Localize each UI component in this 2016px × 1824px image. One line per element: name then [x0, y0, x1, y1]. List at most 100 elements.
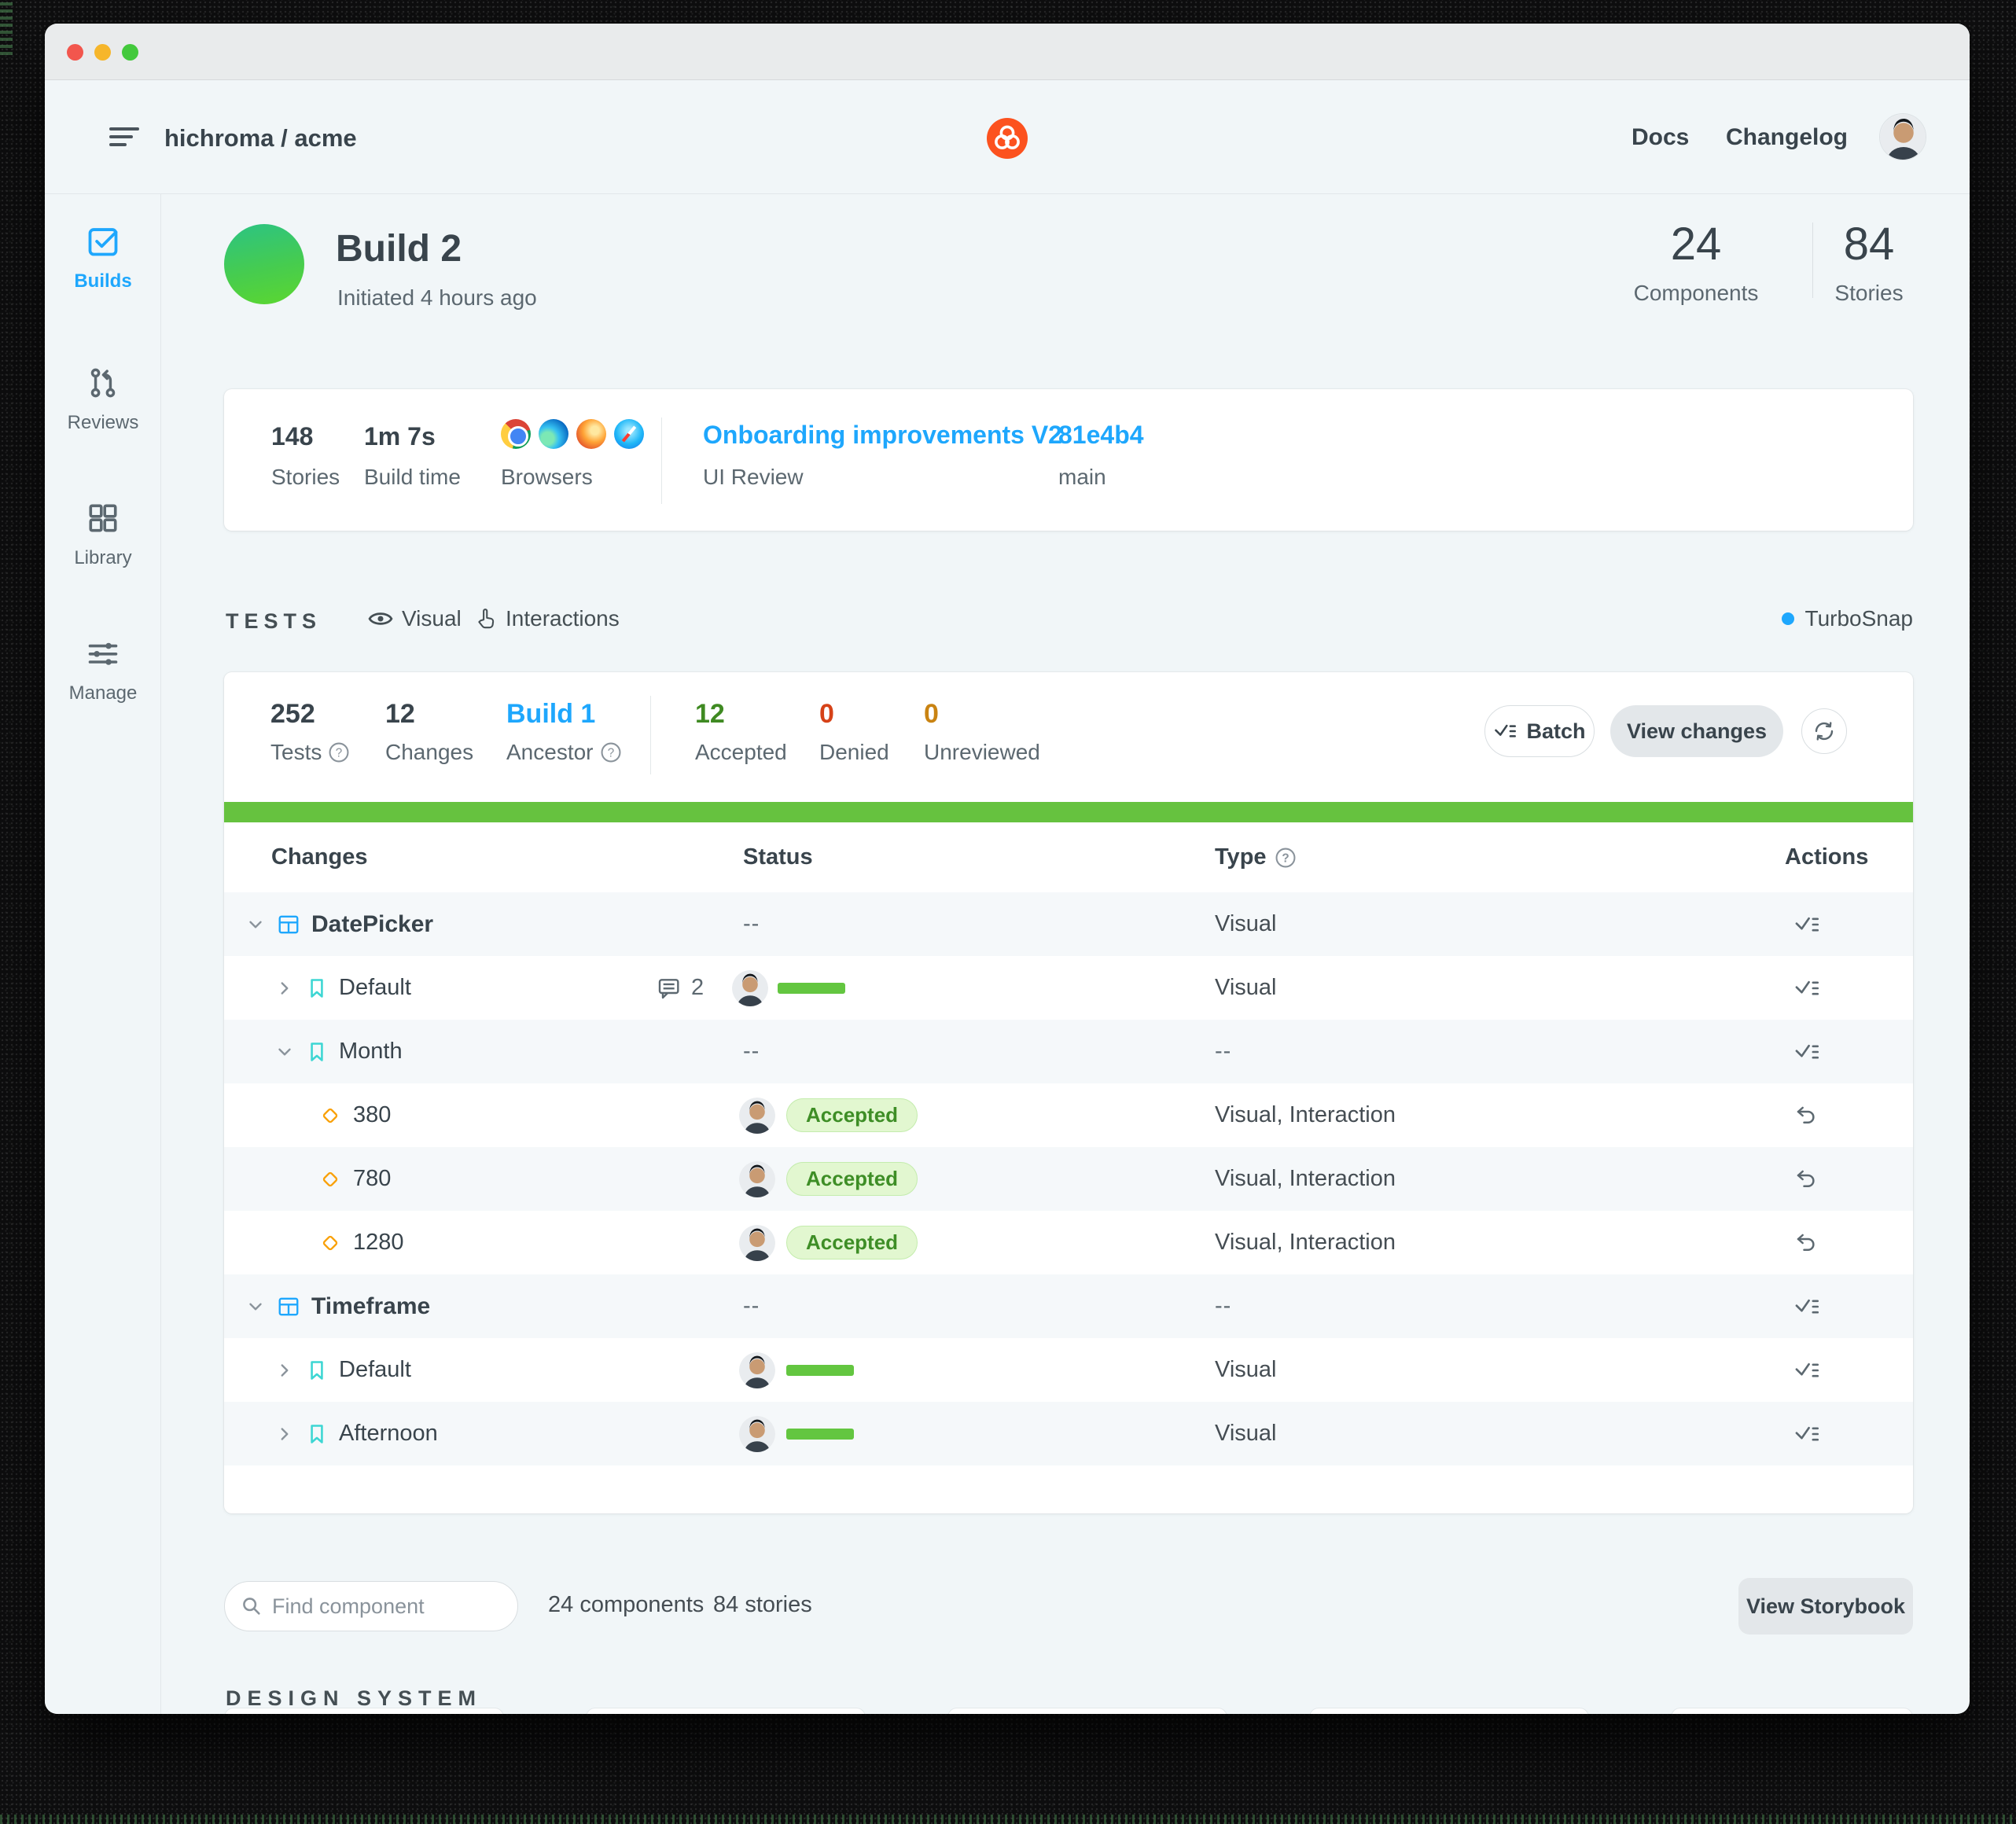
status-badge: Accepted	[786, 1162, 918, 1196]
table-row-snapshot[interactable]: 780 Accepted Visual, Interaction	[224, 1147, 1913, 1211]
type-text: Visual	[1215, 1421, 1276, 1447]
interactions-tests-toggle[interactable]: Interactions	[474, 606, 620, 631]
batch-accept-icon[interactable]	[1793, 1040, 1820, 1064]
undo-icon[interactable]	[1793, 1168, 1819, 1191]
visual-tests-toggle[interactable]: Visual	[367, 606, 462, 631]
branch-sublabel: UI Review	[703, 465, 804, 490]
table-row-story[interactable]: Default 2 Visual	[224, 956, 1913, 1020]
library-icon	[86, 501, 120, 535]
refresh-button[interactable]	[1801, 708, 1847, 754]
view-storybook-button[interactable]: View Storybook	[1738, 1578, 1913, 1635]
chevron-down-icon[interactable]	[245, 914, 266, 935]
denied-value: 0	[819, 699, 834, 730]
build-progress-bar	[224, 802, 1913, 822]
search-input[interactable]	[272, 1594, 484, 1619]
breadcrumb-org-project[interactable]: hichroma / acme	[164, 124, 357, 153]
column-header-type: Type ?	[1215, 844, 1297, 870]
builds-icon	[86, 224, 120, 259]
components-summary-text: 24 components	[548, 1592, 704, 1618]
stories-count-label: Stories	[1782, 281, 1955, 306]
page-title: Build 2	[336, 227, 462, 270]
close-window-button[interactable]	[67, 44, 83, 61]
batch-accept-icon[interactable]	[1793, 1359, 1820, 1382]
menu-icon[interactable]	[106, 120, 141, 154]
tests-card: 252 Tests ? 12 Changes Build 1 Ancestor …	[224, 672, 1913, 1513]
design-system-card[interactable]	[1309, 1708, 1589, 1714]
turbosnap-indicator[interactable]: TurboSnap	[1782, 606, 1914, 631]
chromatic-logo-icon[interactable]	[987, 118, 1028, 159]
minimize-window-button[interactable]	[94, 44, 111, 61]
accepted-value: 12	[695, 699, 725, 730]
snapshot-diamond-icon	[318, 1104, 342, 1127]
user-avatar[interactable]	[1879, 113, 1926, 160]
component-grid-icon	[277, 1295, 300, 1318]
refresh-icon	[1812, 719, 1836, 743]
table-row-story[interactable]: Month -- --	[224, 1020, 1913, 1083]
table-row-component[interactable]: DatePicker -- Visual	[224, 892, 1913, 956]
batch-accept-icon[interactable]	[1793, 913, 1820, 936]
sidebar-item-label: Reviews	[45, 412, 161, 434]
batch-button-label: Batch	[1526, 719, 1585, 744]
edge-browser-icon	[539, 419, 568, 449]
batch-accept-icon[interactable]	[1793, 976, 1820, 1000]
ancestor-build-link[interactable]: Build 1	[506, 699, 595, 730]
nav-link-changelog[interactable]: Changelog	[1726, 124, 1848, 151]
chevron-down-icon[interactable]	[245, 1296, 266, 1317]
table-row-story[interactable]: Afternoon Visual	[224, 1402, 1913, 1465]
table-row-story[interactable]: Default Visual	[224, 1338, 1913, 1402]
sidebar-item-label: Manage	[45, 682, 161, 704]
svg-text:?: ?	[607, 747, 614, 760]
sidebar-item-builds[interactable]: Builds	[45, 224, 161, 292]
comment-count: 2	[691, 975, 704, 1001]
table-row-component[interactable]: Timeframe -- --	[224, 1274, 1913, 1338]
bookmark-icon	[306, 977, 328, 999]
sidebar: Builds Reviews Library	[45, 194, 161, 1714]
story-name: Afternoon	[339, 1421, 438, 1447]
design-system-card[interactable]	[947, 1708, 1227, 1714]
nav-link-docs[interactable]: Docs	[1632, 124, 1689, 151]
undo-icon[interactable]	[1793, 1231, 1819, 1255]
changes-table: DatePicker -- Visual Default	[224, 892, 1913, 1465]
chevron-right-icon[interactable]	[274, 1360, 295, 1381]
column-header-status: Status	[743, 844, 813, 870]
component-grid-icon	[277, 913, 300, 936]
table-header: Changes Status Type ? Actions	[224, 822, 1913, 892]
component-name: Timeframe	[311, 1293, 430, 1320]
chevron-right-icon[interactable]	[274, 1424, 295, 1444]
batch-accept-icon[interactable]	[1793, 1295, 1820, 1318]
story-name: Default	[339, 1357, 411, 1383]
bookmark-icon	[306, 1359, 328, 1381]
unreviewed-value: 0	[924, 699, 939, 730]
table-row-snapshot[interactable]: 380 Accepted Visual, Interaction	[224, 1083, 1913, 1147]
tests-heading: TESTS	[226, 609, 322, 634]
branch-link[interactable]: Onboarding improvements V2	[703, 421, 1062, 450]
chevron-right-icon[interactable]	[274, 978, 295, 998]
search-icon	[241, 1595, 263, 1617]
design-system-card[interactable]	[586, 1708, 866, 1714]
chevron-down-icon[interactable]	[274, 1042, 295, 1062]
undo-icon[interactable]	[1793, 1104, 1819, 1127]
sidebar-item-library[interactable]: Library	[45, 501, 161, 569]
find-component-search[interactable]	[224, 1581, 518, 1631]
snapshot-name: 380	[353, 1102, 391, 1128]
view-changes-button[interactable]: View changes	[1610, 705, 1783, 757]
zoom-window-button[interactable]	[122, 44, 138, 61]
snapshot-name: 780	[353, 1166, 391, 1192]
bookmark-icon	[306, 1041, 328, 1063]
commit-link[interactable]: 81e4b4	[1058, 421, 1144, 450]
batch-button[interactable]: Batch	[1484, 705, 1595, 757]
batch-accept-icon[interactable]	[1793, 1422, 1820, 1446]
sidebar-item-reviews[interactable]: Reviews	[45, 366, 161, 434]
accepted-progress-bar	[786, 1365, 854, 1376]
question-icon[interactable]: ?	[1275, 847, 1297, 869]
question-icon[interactable]: ?	[328, 741, 350, 763]
table-row-snapshot[interactable]: 1280 Accepted Visual, Interaction	[224, 1211, 1913, 1274]
sidebar-item-manage[interactable]: Manage	[45, 636, 161, 704]
design-system-card[interactable]	[1671, 1708, 1913, 1714]
components-count: 24	[1609, 218, 1782, 270]
story-name: Default	[339, 975, 411, 1001]
svg-text:?: ?	[336, 747, 343, 760]
question-icon[interactable]: ?	[600, 741, 622, 763]
design-system-card[interactable]	[224, 1708, 504, 1714]
build-initiated-text: Initiated 4 hours ago	[337, 285, 537, 311]
